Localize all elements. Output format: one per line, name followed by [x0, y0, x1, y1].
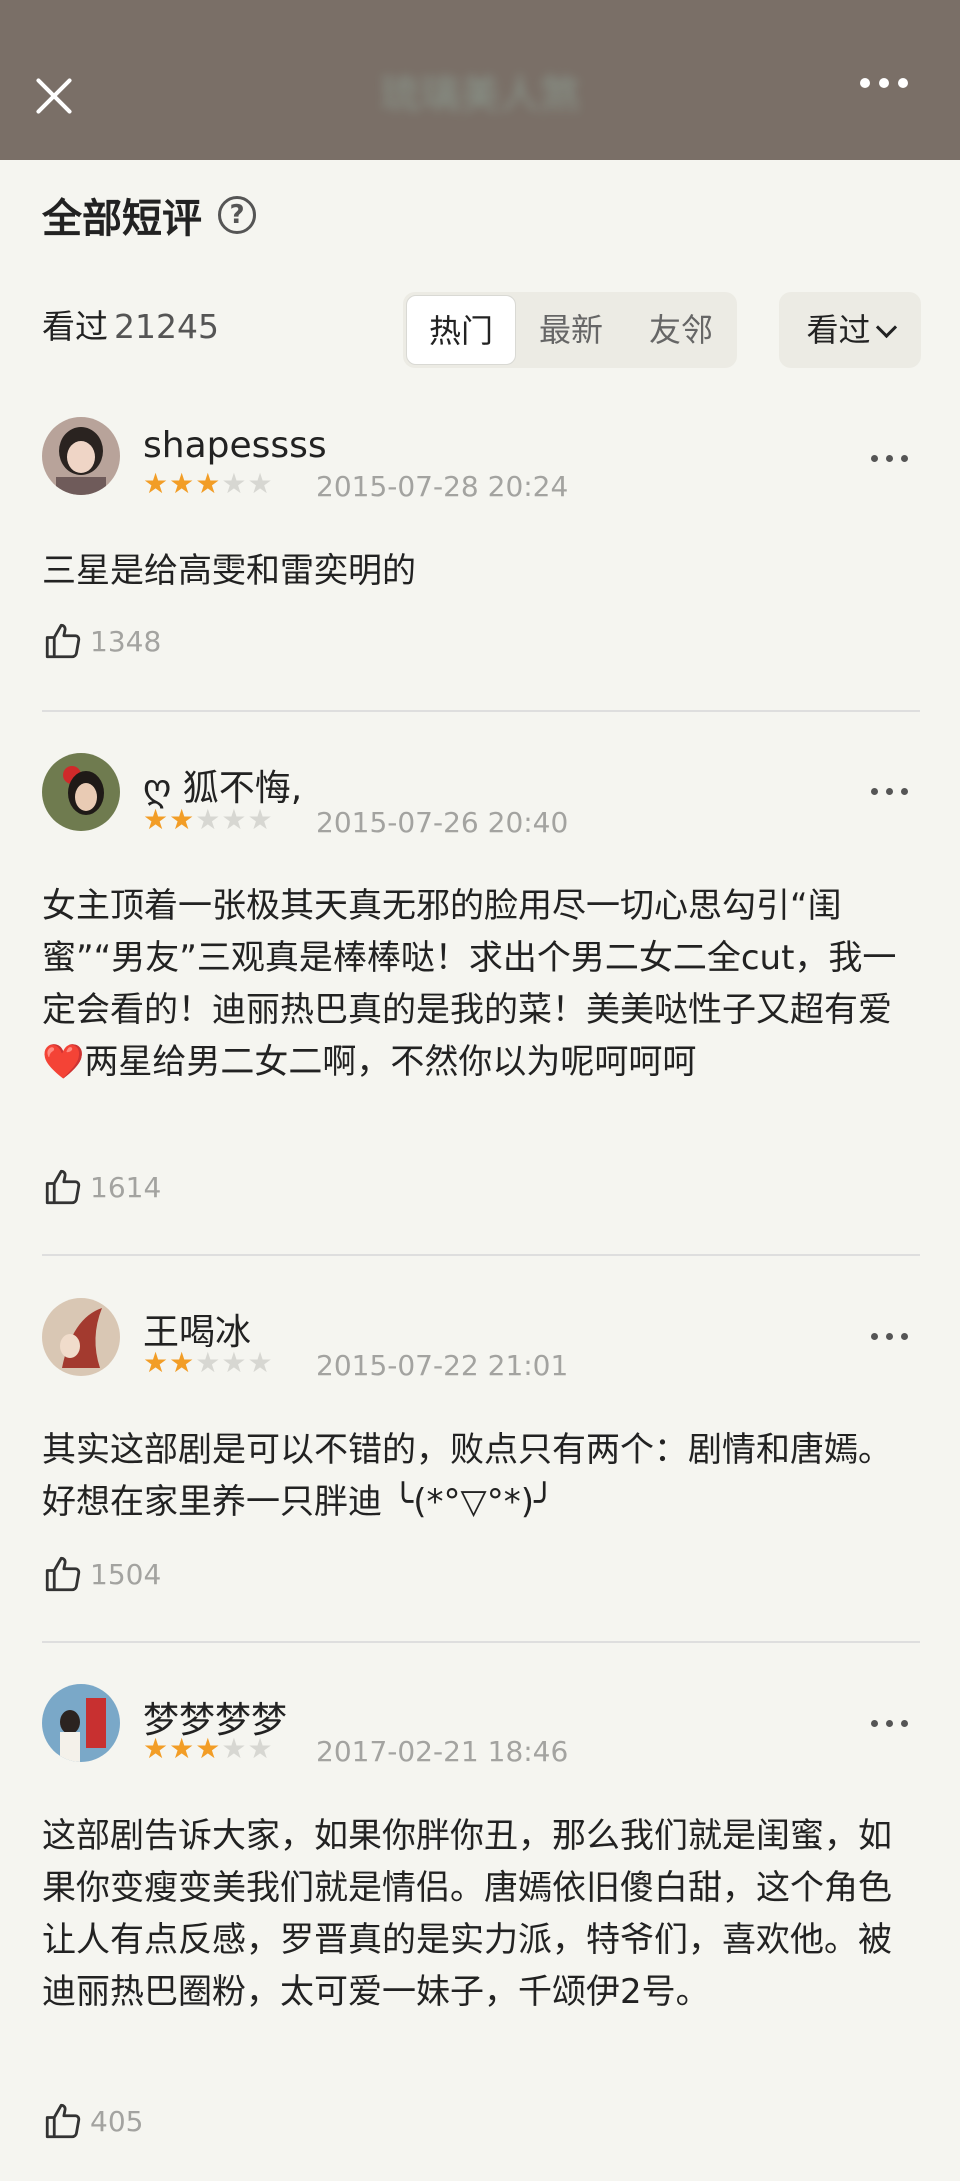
- close-icon[interactable]: [28, 70, 80, 122]
- star-icon: ★: [169, 803, 195, 836]
- avatar[interactable]: [42, 1684, 120, 1762]
- rating-stars: ★ ★ ★ ★ ★: [143, 1734, 273, 1764]
- star-icon: ★: [195, 1732, 221, 1765]
- question-circle-icon[interactable]: ?: [218, 196, 256, 234]
- comment-text: 三星是给高雯和雷奕明的: [42, 551, 416, 591]
- rating-stars: ★ ★ ★ ★ ★: [143, 1348, 273, 1378]
- comment-date: 2015-07-26 20:40: [316, 806, 569, 839]
- star-icon: ★: [221, 1346, 247, 1379]
- thumbs-up-icon: [45, 1169, 81, 1205]
- thumbs-up-icon: [45, 1556, 81, 1592]
- star-icon: ★: [169, 1346, 195, 1379]
- star-icon: ★: [143, 803, 169, 836]
- tab-latest[interactable]: 最新: [516, 295, 626, 365]
- like-count: 1348: [90, 624, 162, 658]
- sort-tabs: 热门 最新 友邻: [403, 292, 737, 368]
- comment-text: 这部剧告诉大家，如果你胖你丑，那么我们就是闺蜜，如果你变瘦变美我们就是情侣。唐嫣…: [42, 1816, 892, 2012]
- watched-number: 21245: [114, 307, 219, 346]
- more-horizontal-icon[interactable]: [860, 78, 908, 88]
- more-options-icon[interactable]: [871, 455, 908, 462]
- star-icon: ★: [247, 467, 273, 500]
- comment-date: 2015-07-22 21:01: [316, 1349, 569, 1382]
- star-icon: ★: [195, 1346, 221, 1379]
- star-icon: ★: [221, 803, 247, 836]
- comment-text: 女主顶着一张极其天真无邪的脸用尽一切心思勾引“闺蜜”“男友”三观真是棒棒哒！求出…: [42, 886, 897, 1082]
- rating-stars: ★ ★ ★ ★ ★: [143, 469, 273, 499]
- like-button[interactable]: 1614: [42, 1166, 161, 1208]
- top-bar: 琉璃美人煞: [0, 0, 960, 160]
- star-icon: ★: [169, 1732, 195, 1765]
- star-icon: ★: [195, 467, 221, 500]
- divider: [42, 710, 920, 712]
- filter-label: 看过: [806, 311, 871, 349]
- watched-label: 看过: [42, 307, 108, 346]
- like-button[interactable]: 405: [42, 2100, 143, 2142]
- more-options-icon[interactable]: [871, 1720, 908, 1727]
- divider: [42, 1641, 920, 1643]
- comment-date: 2017-02-21 18:46: [316, 1735, 569, 1768]
- like-button[interactable]: 1504: [42, 1553, 161, 1595]
- divider: [42, 1254, 920, 1256]
- comment-date: 2015-07-28 20:24: [316, 470, 569, 503]
- comment-text: 其实这部剧是可以不错的，败点只有两个：剧情和唐嫣。好想在家里养一只胖迪 ╰(*°…: [42, 1430, 892, 1522]
- tab-friends[interactable]: 友邻: [626, 295, 736, 365]
- page-title: 琉璃美人煞: [380, 72, 580, 118]
- username[interactable]: shapessss: [143, 425, 327, 466]
- avatar[interactable]: [42, 1298, 120, 1376]
- like-count: 1614: [90, 1170, 162, 1204]
- tab-hot[interactable]: 热门: [406, 295, 516, 365]
- star-icon: ★: [221, 467, 247, 500]
- avatar[interactable]: [42, 417, 120, 495]
- star-icon: ★: [143, 1346, 169, 1379]
- section-title: 全部短评 ?: [42, 186, 256, 244]
- section-title-text: 全部短评: [42, 196, 202, 242]
- thumbs-up-icon: [45, 623, 81, 659]
- star-icon: ★: [143, 1732, 169, 1765]
- chevron-down-icon: [875, 316, 897, 339]
- star-icon: ★: [169, 467, 195, 500]
- thumbs-up-icon: [45, 2103, 81, 2139]
- star-icon: ★: [247, 803, 273, 836]
- star-icon: ★: [221, 1732, 247, 1765]
- watched-count: 看过 21245: [42, 300, 219, 348]
- star-icon: ★: [195, 803, 221, 836]
- star-icon: ★: [143, 467, 169, 500]
- watched-filter-dropdown[interactable]: 看过: [779, 292, 921, 368]
- more-options-icon[interactable]: [871, 1333, 908, 1340]
- star-icon: ★: [247, 1732, 273, 1765]
- rating-stars: ★ ★ ★ ★ ★: [143, 805, 273, 835]
- like-count: 1504: [90, 1557, 162, 1591]
- more-options-icon[interactable]: [871, 788, 908, 795]
- avatar[interactable]: [42, 753, 120, 831]
- star-icon: ★: [247, 1346, 273, 1379]
- like-button[interactable]: 1348: [42, 620, 161, 662]
- like-count: 405: [90, 2104, 144, 2138]
